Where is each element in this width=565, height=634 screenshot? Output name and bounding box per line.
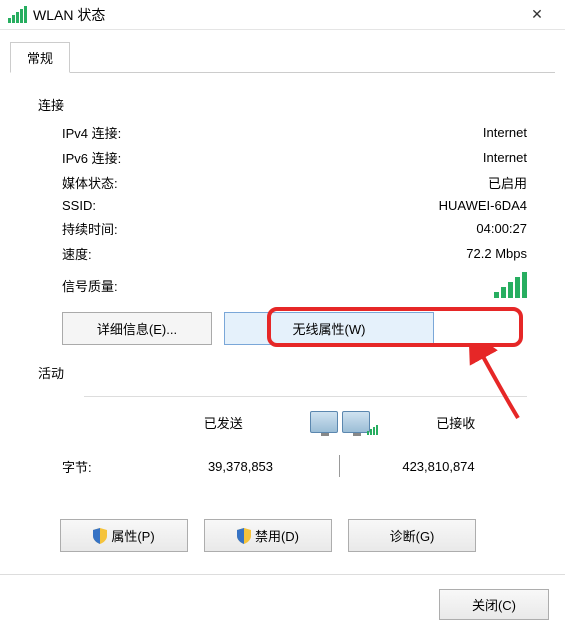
shield-icon — [93, 528, 107, 544]
ipv6-label: IPv6 连接: — [62, 148, 121, 167]
bottom-button-row: 属性(P) 禁用(D) 诊断(G) — [60, 519, 527, 552]
speed-value: 72.2 Mbps — [466, 246, 527, 261]
monitor-icon — [310, 411, 338, 433]
bytes-label: 字节: — [62, 457, 152, 476]
activity-section-header: 活动 — [38, 363, 527, 382]
signal-label: 信号质量: — [62, 276, 118, 295]
row-ipv4: IPv4 连接: Internet — [38, 120, 527, 145]
ipv4-label: IPv4 连接: — [62, 123, 121, 142]
activity-header-row: 已发送 已接收 — [38, 397, 527, 437]
dialog-footer: 关闭(C) — [0, 574, 565, 634]
bytes-sent-value: 39,378,853 — [152, 459, 329, 474]
activity-bytes-row: 字节: 39,378,853 423,810,874 — [38, 437, 527, 481]
disable-button-label: 禁用(D) — [255, 526, 299, 545]
row-duration: 持续时间: 04:00:27 — [38, 216, 527, 241]
duration-value: 04:00:27 — [476, 221, 527, 236]
wlan-signal-icon — [8, 6, 27, 23]
row-media: 媒体状态: 已启用 — [38, 170, 527, 195]
signal-strength-icon — [494, 272, 527, 298]
properties-button-label: 属性(P) — [111, 526, 154, 545]
close-icon[interactable]: ✕ — [517, 6, 557, 23]
media-label: 媒体状态: — [62, 173, 118, 192]
received-header: 已接收 — [385, 413, 528, 432]
media-value: 已启用 — [488, 173, 527, 192]
vertical-separator — [339, 455, 340, 477]
sent-header: 已发送 — [152, 413, 295, 432]
ssid-value: HUAWEI-6DA4 — [439, 198, 527, 213]
disable-button[interactable]: 禁用(D) — [204, 519, 332, 552]
ssid-label: SSID: — [62, 198, 96, 213]
monitor-icon — [342, 411, 370, 433]
diagnose-button[interactable]: 诊断(G) — [348, 519, 476, 552]
details-button[interactable]: 详细信息(E)... — [62, 312, 212, 345]
bytes-received-value: 423,810,874 — [350, 459, 527, 474]
duration-label: 持续时间: — [62, 219, 118, 238]
close-button[interactable]: 关闭(C) — [439, 589, 549, 620]
titlebar: WLAN 状态 ✕ — [0, 0, 565, 30]
shield-icon — [237, 528, 251, 544]
wireless-properties-button[interactable]: 无线属性(W) — [224, 312, 434, 345]
row-ssid: SSID: HUAWEI-6DA4 — [38, 195, 527, 216]
properties-button[interactable]: 属性(P) — [60, 519, 188, 552]
mini-signal-icon — [367, 425, 378, 435]
ipv6-value: Internet — [483, 150, 527, 165]
tabs-region: 常规 连接 IPv4 连接: Internet IPv6 连接: Interne… — [0, 30, 565, 564]
diagnose-button-label: 诊断(G) — [390, 526, 435, 545]
activity-icon-group — [295, 411, 385, 433]
row-ipv6: IPv6 连接: Internet — [38, 145, 527, 170]
speed-label: 速度: — [62, 244, 92, 263]
row-signal: 信号质量: — [38, 266, 527, 302]
connection-section-header: 连接 — [38, 95, 527, 114]
tab-content: 连接 IPv4 连接: Internet IPv6 连接: Internet 媒… — [10, 73, 555, 564]
ipv4-value: Internet — [483, 125, 527, 140]
window-title: WLAN 状态 — [33, 5, 517, 25]
row-speed: 速度: 72.2 Mbps — [38, 241, 527, 266]
connection-button-row: 详细信息(E)... 无线属性(W) — [62, 312, 527, 345]
tab-general[interactable]: 常规 — [10, 42, 70, 73]
